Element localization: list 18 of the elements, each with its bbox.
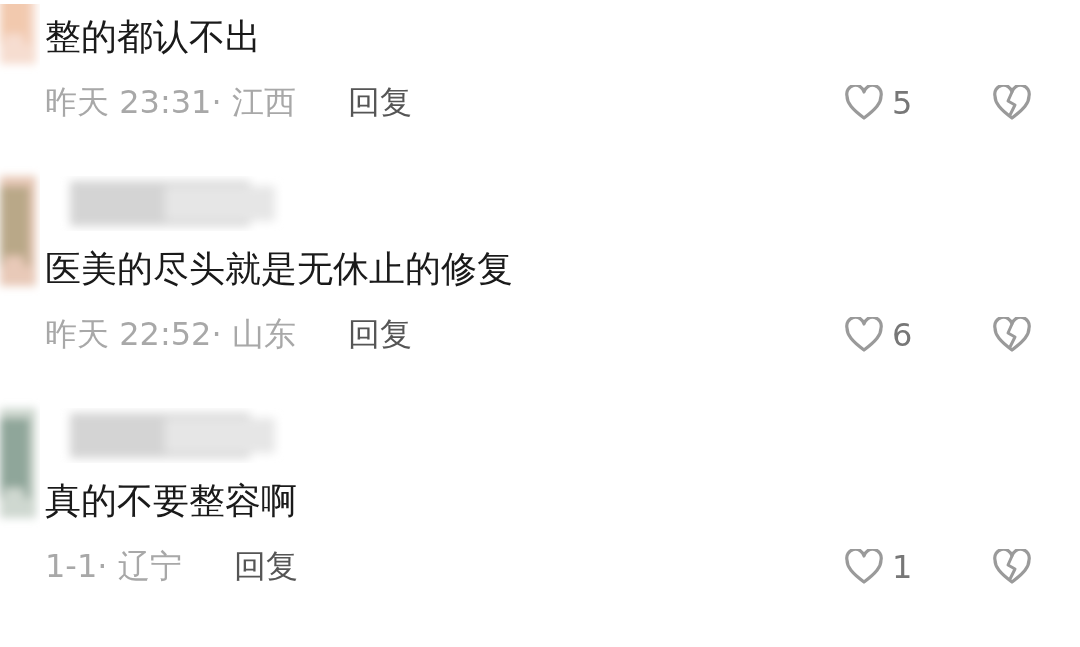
broken-heart-icon[interactable]: [992, 317, 1032, 353]
heart-icon[interactable]: [844, 549, 884, 585]
like-count: 5: [891, 84, 914, 122]
like-count: 6: [891, 316, 914, 354]
comment-time-location: 1-1· 辽宁: [45, 546, 182, 587]
comment-time-location: 昨天 22:52· 山东: [45, 314, 296, 355]
comment-text: 整的都认不出: [45, 15, 262, 59]
heart-icon[interactable]: [844, 85, 884, 121]
heart-icon[interactable]: [844, 317, 884, 353]
like-count: 1: [891, 548, 914, 586]
reply-link[interactable]: 回复: [233, 545, 298, 589]
comment-text: 医美的尽头就是无休止的修复: [45, 247, 514, 291]
broken-heart-icon[interactable]: [992, 549, 1032, 585]
comment-text: 真的不要整容啊: [45, 479, 298, 523]
reply-link[interactable]: 回复: [347, 313, 412, 357]
comment-time-location: 昨天 23:31· 江西: [45, 82, 296, 123]
broken-heart-icon[interactable]: [992, 85, 1032, 121]
reply-link[interactable]: 回复: [347, 81, 412, 125]
